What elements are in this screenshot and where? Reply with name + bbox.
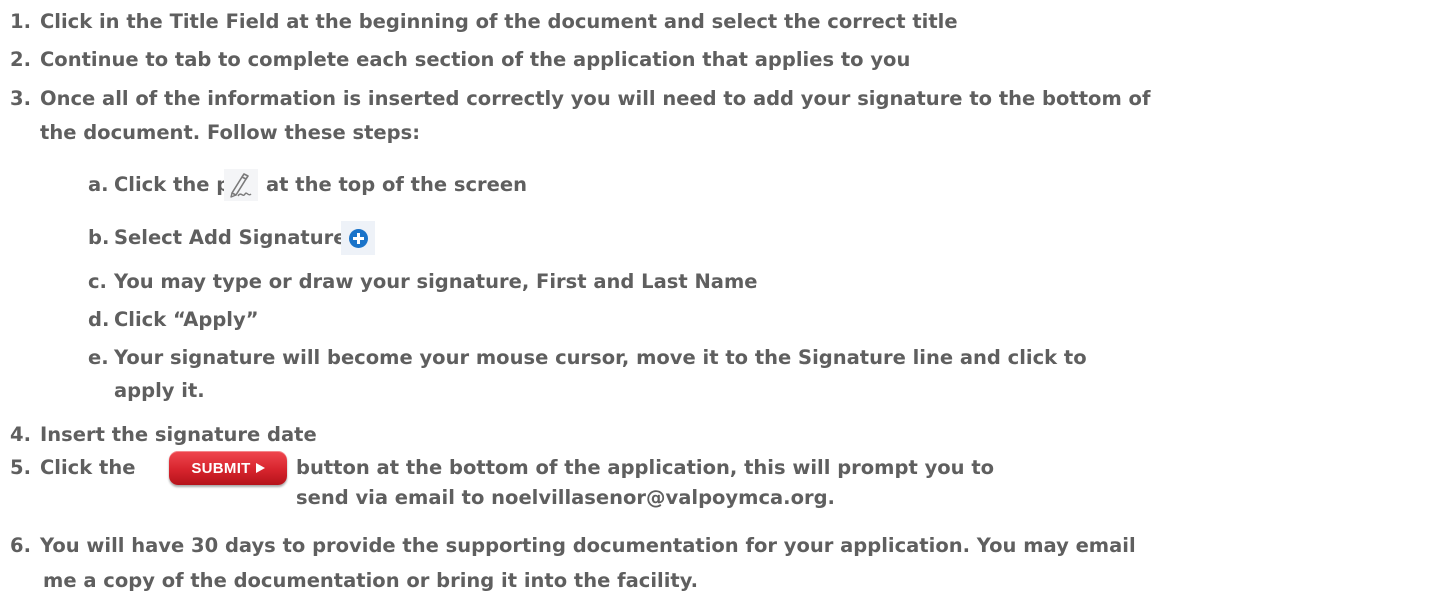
substep-text: Select Add Signature [114, 226, 347, 249]
substep-text: apply it. [114, 379, 205, 402]
step-text: button at the bottom of the application,… [296, 456, 995, 479]
plus-circle-icon [341, 221, 375, 255]
step-text: Insert the signature date [40, 423, 317, 446]
submit-button[interactable]: SUBMIT [169, 451, 287, 485]
substep-letter: d. [88, 308, 110, 331]
step-text: Once all of the information is inserted … [40, 87, 1151, 110]
step-text: You will have 30 days to provide the sup… [40, 534, 1136, 557]
substep-text: Your signature will become your mouse cu… [114, 346, 1087, 369]
step-text: the document. Follow these steps: [40, 121, 421, 144]
step-text: Continue to tab to complete each section… [40, 48, 911, 71]
step-text: me a copy of the documentation or bring … [43, 569, 699, 592]
substep-letter: b. [88, 226, 110, 249]
substep-letter: a. [88, 173, 109, 196]
substep-letter: e. [88, 346, 109, 369]
substep-text: Click “Apply” [114, 308, 259, 331]
pen-signature-icon [224, 169, 258, 201]
step-text: Click the [40, 456, 136, 479]
step-text: send via email to noelvillasenor@valpoym… [296, 486, 835, 509]
play-triangle-icon [255, 463, 265, 473]
step-number: 6. [10, 534, 31, 557]
step-number: 5. [10, 456, 31, 479]
step-number: 2. [10, 48, 31, 71]
step-number: 4. [10, 423, 31, 446]
step-number: 3. [10, 87, 31, 110]
substep-letter: c. [88, 270, 107, 293]
substep-text: You may type or draw your signature, Fir… [114, 270, 758, 293]
step-text: Click in the Title Field at the beginnin… [40, 10, 958, 33]
substep-text: at the top of the screen [266, 173, 527, 196]
step-number: 1. [10, 10, 31, 33]
submit-button-label: SUBMIT [191, 459, 251, 477]
